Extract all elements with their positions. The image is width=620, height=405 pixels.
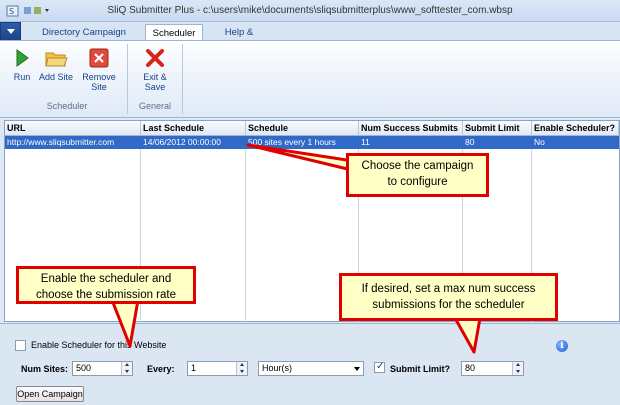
submit-limit-value: 80	[465, 363, 476, 373]
tab-directory-campaign-manager[interactable]: Directory Campaign Manager	[26, 24, 142, 55]
cell-enable: No	[534, 137, 545, 147]
app-menu-arrow-icon	[7, 29, 15, 34]
callout-line: Enable the scheduler and	[40, 273, 172, 285]
remove-site-label: Remove Site	[82, 72, 116, 92]
cell-schedule: 500 sites every 1 hours	[248, 137, 336, 147]
exit-cross-icon	[146, 49, 164, 67]
spin-arrows-icon[interactable]	[121, 362, 132, 375]
submit-limit-stepper[interactable]: 80	[461, 361, 524, 376]
folder-open-icon	[45, 52, 68, 67]
submit-limit-checkbox[interactable]	[374, 361, 385, 373]
callout-line: submissions for the scheduler	[372, 299, 525, 311]
every-value: 1	[191, 363, 197, 373]
column-header-submit-limit[interactable]: Submit Limit	[463, 121, 532, 136]
ribbon-group-separator	[127, 44, 128, 114]
callout-line: Choose the campaign	[361, 160, 474, 172]
exit-save-button[interactable]: Exit & Save	[133, 48, 177, 94]
info-icon[interactable]: i	[556, 340, 568, 352]
num-sites-value: 500	[76, 363, 92, 373]
column-header-schedule[interactable]: Schedule	[246, 121, 359, 136]
submit-limit-label: Submit Limit?	[390, 364, 450, 374]
interval-select[interactable]: Hour(s)	[258, 361, 364, 376]
enable-scheduler-checkbox[interactable]	[15, 340, 26, 351]
add-site-button[interactable]: Add Site	[38, 48, 74, 94]
num-sites-label: Num Sites:	[21, 364, 69, 374]
callout-enable-scheduler: Enable the scheduler and choose the subm…	[16, 266, 196, 304]
delete-icon	[89, 48, 109, 68]
ribbon-group-scheduler: Scheduler	[46, 101, 88, 111]
every-stepper[interactable]: 1	[187, 361, 248, 376]
exit-save-label: Exit & Save	[143, 72, 167, 92]
enable-scheduler-label: Enable Scheduler for this Website	[31, 340, 167, 350]
callout-line: choose the submission rate	[36, 289, 176, 301]
run-button-label: Run	[13, 72, 31, 82]
column-header-enable-scheduler[interactable]: Enable Scheduler?	[532, 121, 619, 136]
cell-num-success: 11	[361, 137, 370, 147]
title-bar: S SliQ Submitter Plus - c:\users\mike\do…	[0, 0, 620, 22]
spin-arrows-icon[interactable]	[512, 362, 523, 375]
cell-last-schedule: 14/06/2012 00:00:00	[143, 137, 221, 147]
remove-site-button[interactable]: Remove Site	[75, 48, 123, 94]
ribbon-group-general: General	[138, 101, 172, 111]
add-site-label: Add Site	[38, 72, 74, 82]
callout-line: If desired, set a max num success	[361, 283, 536, 295]
column-header-num-success[interactable]: Num Success Submits	[359, 121, 463, 136]
play-icon	[16, 49, 29, 67]
column-header-url[interactable]: URL	[5, 121, 141, 136]
tab-scheduler[interactable]: Scheduler	[145, 24, 203, 41]
callout-line: to configure	[387, 176, 448, 188]
every-label: Every:	[147, 364, 175, 374]
callout-max-submissions: If desired, set a max num success submis…	[339, 273, 558, 321]
callout-choose-campaign: Choose the campaign to configure	[346, 153, 489, 197]
ribbon-group-separator	[182, 44, 183, 114]
cell-url: http://www.sliqsubmitter.com	[7, 137, 115, 147]
application-menu-button[interactable]	[0, 22, 21, 41]
run-button[interactable]: Run	[10, 48, 34, 94]
column-divider	[245, 136, 246, 323]
window-title: SliQ Submitter Plus - c:\users\mike\docu…	[107, 5, 513, 16]
num-sites-stepper[interactable]: 500	[72, 361, 133, 376]
cell-submit-limit: 80	[465, 137, 475, 147]
tab-help-support[interactable]: Help & Support	[207, 24, 271, 55]
interval-value: Hour(s)	[262, 363, 293, 373]
column-header-last-schedule[interactable]: Last Schedule	[141, 121, 246, 136]
chevron-down-icon	[354, 367, 360, 371]
spin-arrows-icon[interactable]	[236, 362, 247, 375]
open-campaign-button[interactable]: Open Campaign	[16, 386, 84, 402]
